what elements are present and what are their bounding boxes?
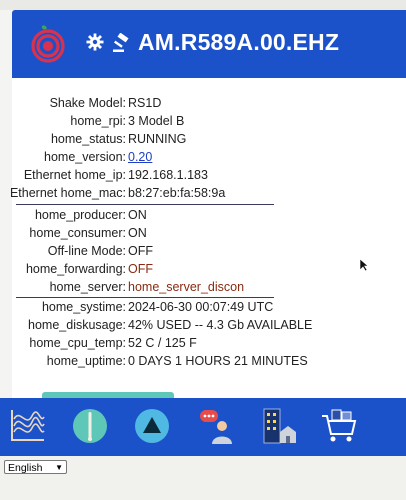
status-row-forwarding: home_forwarding: OFF — [12, 262, 406, 279]
status-row-rpi: home_rpi: 3 Model B — [12, 114, 406, 131]
status-label: home_cpu_temp: — [29, 336, 126, 350]
top-strip — [0, 0, 406, 10]
status-value: home_server_discon — [128, 280, 245, 294]
status-row-mac: Ethernet home_mac: b8:27:eb:fa:58:9a — [9, 186, 406, 203]
status-label: home_server: — [49, 280, 126, 294]
section-divider — [16, 204, 274, 205]
status-row-consumer: home_consumer: ON — [12, 226, 406, 243]
version-link[interactable]: 0.20 — [128, 150, 152, 164]
status-label: home_producer: — [34, 208, 126, 222]
status-row-systime: home_systime: 2024-06-30 00:07:49 UTC — [12, 300, 406, 317]
status-value: ON — [128, 226, 147, 240]
station-title: AM.R589A.00.EHZ — [138, 29, 340, 55]
status-value: RUNNING — [128, 132, 187, 146]
status-row-ip: Ethernet home_ip: 192.168.1.183 — [12, 168, 406, 185]
section-divider — [16, 297, 274, 298]
status-label: home_diskusage: — [28, 318, 126, 332]
footer-nav — [0, 398, 406, 456]
status-label: home_systime: — [41, 300, 126, 314]
status-value: 3 Model B — [128, 114, 185, 128]
status-value: OFF — [128, 244, 153, 258]
waveform-icon[interactable] — [8, 406, 48, 446]
status-panel: Shake Model: RS1D home_rpi: 3 Model B ho… — [9, 78, 406, 398]
status-value: 192.168.1.183 — [128, 168, 208, 182]
status-label: Off-line Mode: — [47, 244, 126, 258]
chevron-down-icon: ▼ — [55, 463, 63, 472]
status-label: home_forwarding: — [25, 262, 126, 276]
language-select[interactable]: English ▼ — [4, 460, 67, 474]
status-value: ON — [128, 208, 147, 222]
status-value: RS1D — [128, 96, 162, 110]
cart-icon[interactable] — [318, 406, 358, 446]
status-row-uptime: home_uptime: 0 DAYS 1 HOURS 21 MINUTES — [12, 354, 406, 371]
status-label: home_uptime: — [46, 354, 126, 368]
status-value: 52 C / 125 F — [128, 336, 197, 350]
gavel-icon[interactable] — [112, 33, 132, 53]
language-bar: English ▼ — [0, 456, 406, 500]
status-label: Ethernet home_ip: — [23, 168, 126, 182]
status-label: home_rpi: — [70, 114, 126, 128]
building-icon[interactable] — [258, 406, 298, 446]
compass-icon[interactable] — [70, 406, 110, 446]
chat-user-icon[interactable] — [196, 406, 236, 446]
header-bar: AM.R589A.00.EHZ — [12, 10, 406, 78]
language-selected: English — [8, 462, 43, 474]
status-row-diskusage: home_diskusage: 42% USED -- 4.3 Gb AVAIL… — [12, 318, 406, 335]
status-label: home_consumer: — [29, 226, 126, 240]
status-label: home_version: — [44, 150, 126, 164]
mouse-cursor-icon — [359, 258, 369, 272]
status-label: Shake Model: — [49, 96, 126, 110]
status-row-producer: home_producer: ON — [12, 208, 406, 225]
triangle-icon[interactable] — [132, 406, 172, 446]
status-value: 42% USED -- 4.3 Gb AVAILABLE — [128, 318, 313, 332]
status-value: 0 DAYS 1 HOURS 21 MINUTES — [128, 354, 308, 368]
status-row-offline: Off-line Mode: OFF — [12, 244, 406, 261]
status-label: Ethernet home_mac: — [9, 186, 126, 200]
status-value: b8:27:eb:fa:58:9a — [128, 186, 226, 200]
status-value: 2024-06-30 00:07:49 UTC — [128, 300, 274, 314]
gear-icon[interactable] — [86, 33, 104, 51]
shake-logo-icon[interactable] — [28, 24, 68, 64]
status-row-status: home_status: RUNNING — [12, 132, 406, 149]
status-row-version: home_version: 0.20 — [12, 150, 406, 167]
status-row-model: Shake Model: RS1D — [12, 96, 406, 113]
status-value: OFF — [128, 262, 153, 276]
status-row-cputemp: home_cpu_temp: 52 C / 125 F — [12, 336, 406, 353]
status-label: home_status: — [50, 132, 126, 146]
status-row-server: home_server: home_server_discon — [12, 280, 406, 297]
